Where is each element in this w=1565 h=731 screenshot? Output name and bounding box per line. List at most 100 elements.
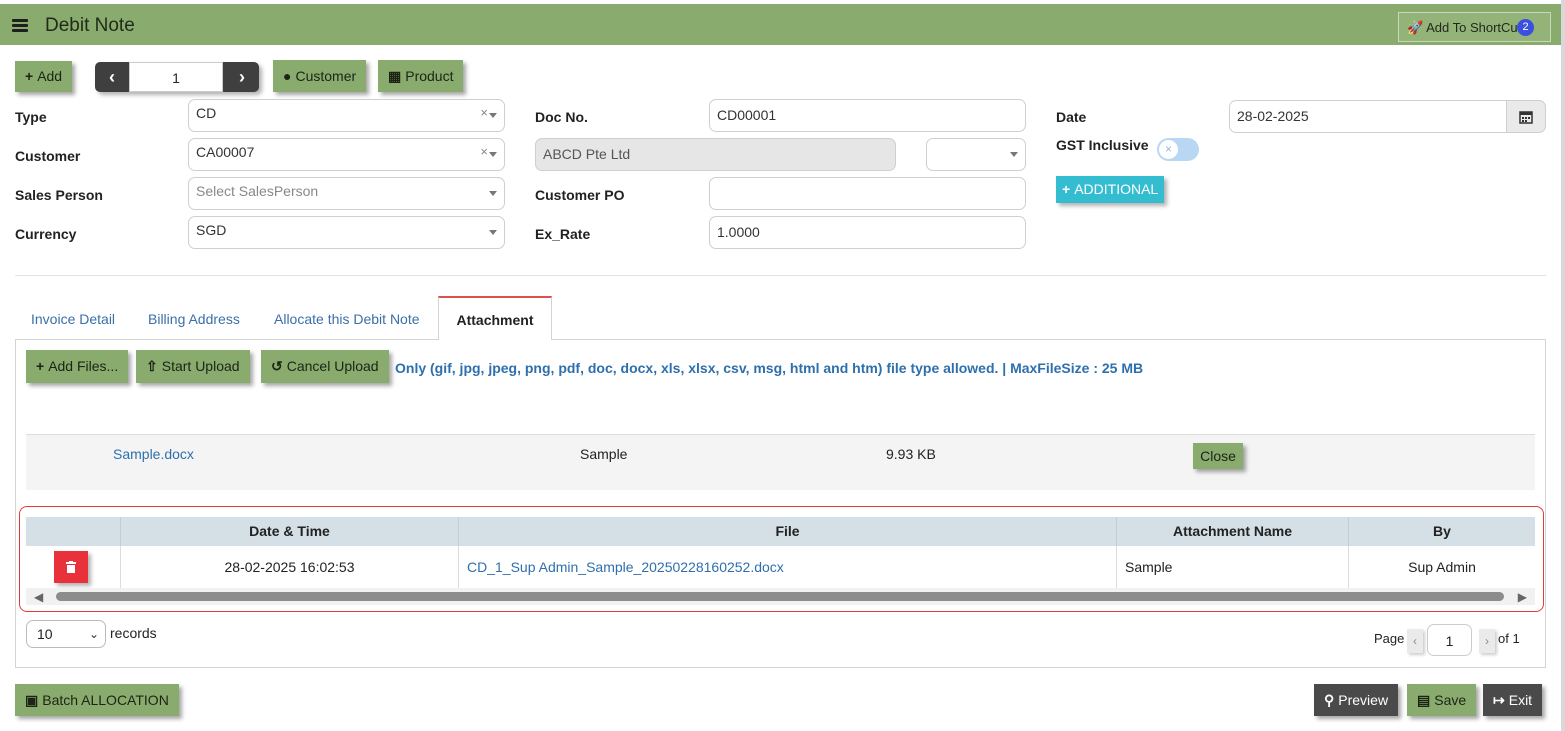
customer-value: CA00007 bbox=[196, 144, 255, 160]
dropdown-caret-icon bbox=[489, 230, 497, 235]
cancel-upload-label: Cancel Upload bbox=[286, 358, 379, 374]
sign-out-icon: ↦ bbox=[1493, 692, 1505, 708]
upload-icon: ⇧ bbox=[146, 358, 158, 374]
sales-person-select[interactable]: Select SalesPerson bbox=[188, 177, 505, 210]
start-upload-button[interactable]: ⇧ Start Upload bbox=[136, 350, 250, 383]
customer-po-input[interactable] bbox=[709, 177, 1026, 210]
doc-no-label: Doc No. bbox=[535, 109, 588, 125]
product-button-label: Product bbox=[405, 68, 454, 84]
currency-select[interactable]: SGD bbox=[188, 216, 505, 249]
scrollbar-thumb[interactable] bbox=[56, 592, 1504, 601]
app-header: Debit Note 🚀 Add To ShortCut 2 bbox=[0, 4, 1561, 45]
start-upload-label: Start Upload bbox=[161, 358, 240, 374]
page-size-select[interactable]: 10 ⌄ bbox=[26, 620, 106, 648]
calendar-icon bbox=[1519, 111, 1533, 124]
save-label: Save bbox=[1434, 692, 1467, 708]
batch-allocation-button[interactable]: ▣ Batch ALLOCATION bbox=[15, 684, 179, 716]
customer-button[interactable]: ● Customer bbox=[273, 60, 367, 92]
dropdown-caret-icon bbox=[489, 152, 497, 157]
scroll-left-arrow-icon[interactable]: ◀ bbox=[34, 590, 43, 604]
customer-name-field: ABCD Pte Ltd bbox=[535, 138, 896, 171]
record-navigator: ‹ 1 › bbox=[95, 62, 259, 92]
gst-inclusive-label: GST Inclusive bbox=[1056, 137, 1149, 153]
ex-rate-input[interactable]: 1.0000 bbox=[709, 216, 1026, 249]
add-files-button[interactable]: + Add Files... bbox=[26, 350, 129, 383]
product-button[interactable]: ▦ Product bbox=[378, 60, 464, 92]
plus-icon: + bbox=[25, 68, 34, 84]
undo-icon: ↺ bbox=[271, 358, 283, 374]
table-header-by[interactable]: By bbox=[1349, 517, 1535, 546]
shortcut-count-badge: 2 bbox=[1517, 19, 1534, 36]
pending-file-title: Sample bbox=[580, 446, 628, 462]
table-header-attachment-name[interactable]: Attachment Name bbox=[1117, 517, 1349, 546]
clear-icon[interactable]: × bbox=[480, 100, 488, 126]
type-select[interactable]: CD × bbox=[188, 99, 505, 132]
pending-file-link[interactable]: Sample.docx bbox=[113, 446, 194, 462]
clear-icon[interactable]: × bbox=[480, 139, 488, 165]
add-to-shortcut-button[interactable]: 🚀 Add To ShortCut 2 bbox=[1398, 12, 1551, 42]
dropdown-caret-icon bbox=[489, 113, 497, 118]
gst-inclusive-toggle[interactable]: × bbox=[1157, 138, 1199, 161]
record-number-input[interactable]: 1 bbox=[129, 62, 223, 92]
gift-icon: ▦ bbox=[388, 68, 402, 84]
preview-label: Preview bbox=[1338, 692, 1389, 708]
table-cell-datetime: 28-02-2025 16:02:53 bbox=[121, 546, 459, 588]
table-cell-by: Sup Admin bbox=[1349, 546, 1535, 588]
customer-extra-select[interactable] bbox=[926, 138, 1026, 171]
customer-select[interactable]: CA00007 × bbox=[188, 138, 505, 171]
current-page-input[interactable]: 1 bbox=[1427, 624, 1472, 656]
scroll-right-arrow-icon[interactable]: ▶ bbox=[1518, 590, 1527, 604]
table-horizontal-scrollbar[interactable]: ◀ ▶ bbox=[26, 588, 1535, 605]
preview-button[interactable]: ⚲ Preview bbox=[1314, 684, 1399, 716]
table-header-file[interactable]: File bbox=[459, 517, 1117, 546]
prev-record-chevron-icon[interactable]: ‹ bbox=[95, 62, 129, 92]
tab-billing-address[interactable]: Billing Address bbox=[148, 311, 240, 327]
type-label: Type bbox=[15, 109, 47, 125]
tab-attachment[interactable]: Attachment bbox=[438, 296, 552, 340]
section-divider bbox=[15, 275, 1546, 276]
page-total-label: of 1 bbox=[1498, 631, 1520, 646]
table-header-datetime[interactable]: Date & Time bbox=[121, 517, 459, 546]
cancel-upload-button[interactable]: ↺ Cancel Upload bbox=[261, 350, 389, 383]
date-label: Date bbox=[1056, 109, 1087, 125]
page-scrollbar[interactable] bbox=[1561, 0, 1565, 731]
prev-page-chevron-icon[interactable]: ‹ bbox=[1407, 629, 1423, 653]
exit-button[interactable]: ↦ Exit bbox=[1483, 684, 1543, 716]
table-header-action bbox=[26, 517, 121, 546]
records-label: records bbox=[110, 625, 157, 641]
archive-icon: ▣ bbox=[25, 692, 39, 708]
ex-rate-label: Ex_Rate bbox=[535, 226, 591, 242]
type-value: CD bbox=[196, 105, 217, 121]
add-button[interactable]: + Add bbox=[15, 61, 73, 92]
user-icon: ● bbox=[283, 68, 292, 84]
page-label: Page bbox=[1374, 631, 1405, 646]
page-title: Debit Note bbox=[45, 15, 135, 36]
next-record-chevron-icon[interactable]: › bbox=[225, 62, 259, 92]
chevron-down-icon: ⌄ bbox=[88, 627, 99, 641]
attachment-panel bbox=[15, 339, 1546, 668]
table-cell-attachment-name: Sample bbox=[1117, 546, 1349, 588]
delete-button[interactable] bbox=[54, 551, 88, 583]
customer-label: Customer bbox=[15, 148, 81, 164]
tab-invoice-detail[interactable]: Invoice Detail bbox=[31, 311, 115, 327]
additional-button[interactable]: + ADDITIONAL bbox=[1056, 176, 1164, 203]
add-to-shortcut-label: Add To ShortCut bbox=[1426, 20, 1522, 35]
plus-icon: + bbox=[1062, 181, 1071, 197]
next-page-chevron-icon[interactable]: › bbox=[1479, 629, 1495, 653]
hamburger-menu-icon[interactable] bbox=[12, 19, 28, 32]
table-cell-file-link[interactable]: CD_1_Sup Admin_Sample_20250228160252.doc… bbox=[459, 546, 1117, 588]
exit-label: Exit bbox=[1508, 692, 1533, 708]
tab-allocate-debit-note[interactable]: Allocate this Debit Note bbox=[274, 311, 420, 327]
customer-po-label: Customer PO bbox=[535, 187, 625, 203]
rocket-icon: 🚀 bbox=[1407, 20, 1424, 35]
currency-label: Currency bbox=[15, 226, 77, 242]
calendar-button[interactable] bbox=[1506, 100, 1546, 133]
doc-no-input[interactable]: CD00001 bbox=[709, 99, 1026, 132]
add-files-label: Add Files... bbox=[48, 358, 119, 374]
date-input[interactable]: 28-02-2025 bbox=[1229, 100, 1509, 133]
trash-icon bbox=[66, 561, 76, 573]
additional-button-label: ADDITIONAL bbox=[1074, 181, 1159, 197]
close-button[interactable]: Close bbox=[1193, 443, 1243, 469]
save-button[interactable]: ▤ Save bbox=[1407, 684, 1477, 716]
sales-person-placeholder: Select SalesPerson bbox=[196, 183, 319, 199]
